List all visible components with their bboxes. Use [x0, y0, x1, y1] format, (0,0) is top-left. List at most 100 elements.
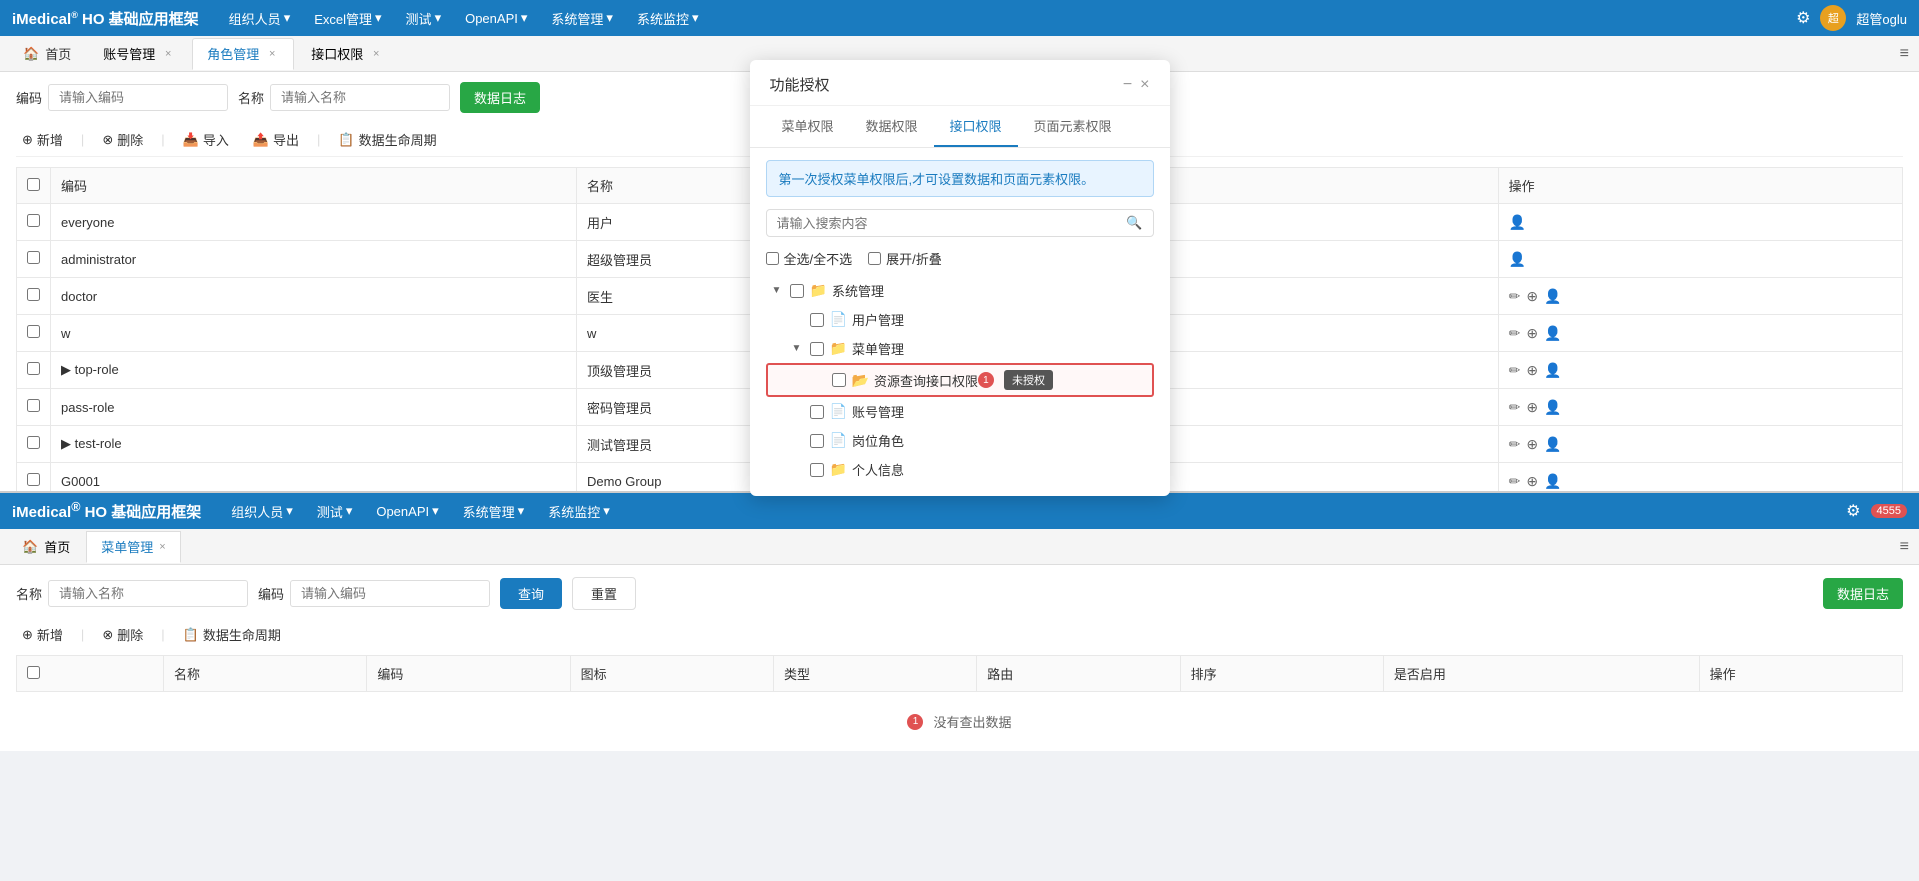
- tab-account[interactable]: 账号管理 ×: [88, 38, 190, 70]
- person-icon[interactable]: 👤: [1544, 325, 1561, 342]
- add-button[interactable]: ⊕ 新增: [16, 127, 69, 152]
- bottom-nav-right: ⚙ 4555: [1846, 501, 1907, 521]
- add-icon[interactable]: ⊕: [1526, 325, 1538, 342]
- row-checkbox[interactable]: [27, 436, 40, 449]
- delete-button[interactable]: ⊗ 删除: [96, 127, 149, 152]
- bottom-select-all-checkbox[interactable]: [27, 666, 40, 679]
- expand-collapse-label[interactable]: 展开/折叠: [868, 249, 942, 268]
- person-icon[interactable]: 👤: [1509, 251, 1526, 268]
- select-all-label[interactable]: 全选/全不选: [766, 249, 853, 268]
- gear-icon[interactable]: ⚙: [1846, 501, 1860, 521]
- edit-icon[interactable]: ✏: [1509, 473, 1521, 490]
- import-button[interactable]: 📥 导入: [177, 127, 235, 152]
- tree-item-checkbox[interactable]: [790, 284, 804, 298]
- add-icon[interactable]: ⊕: [1526, 436, 1538, 453]
- folder-icon: 📁: [830, 461, 847, 478]
- query-button[interactable]: 查询: [500, 578, 562, 609]
- person-icon[interactable]: 👤: [1544, 473, 1561, 490]
- row-checkbox[interactable]: [27, 399, 40, 412]
- tree-item-checkbox[interactable]: [832, 373, 846, 387]
- nav-item-sysadmin[interactable]: 系统管理 ▾: [541, 5, 623, 32]
- nav-item-test[interactable]: 测试 ▾: [396, 5, 452, 32]
- tabs-menu-icon[interactable]: ≡: [1900, 45, 1909, 63]
- tab-close-icon[interactable]: ×: [369, 47, 383, 61]
- modal-search-input[interactable]: [777, 216, 1121, 231]
- select-all-checkbox[interactable]: [27, 178, 40, 191]
- nav-item-openapi[interactable]: OpenAPI ▾: [455, 5, 537, 32]
- bottom-code-label: 编码: [258, 584, 284, 603]
- edit-icon[interactable]: ✏: [1509, 288, 1521, 305]
- close-icon[interactable]: ×: [1140, 76, 1149, 94]
- bottom-data-log-button[interactable]: 数据日志: [1823, 578, 1903, 609]
- person-icon[interactable]: 👤: [1509, 214, 1526, 231]
- expand-collapse-checkbox[interactable]: [868, 252, 881, 265]
- bottom-tab-menu[interactable]: 菜单管理 ×: [86, 531, 180, 563]
- row-checkbox[interactable]: [27, 288, 40, 301]
- row-checkbox[interactable]: [27, 473, 40, 486]
- tab-close-icon[interactable]: ×: [161, 47, 175, 61]
- bottom-tab-home[interactable]: 🏠 首页: [8, 531, 84, 563]
- modal-tab-page[interactable]: 页面元素权限: [1018, 106, 1128, 147]
- bottom-code-input[interactable]: [290, 580, 490, 607]
- tree-item-checkbox[interactable]: [810, 342, 824, 356]
- edit-icon[interactable]: ✏: [1509, 325, 1521, 342]
- row-checkbox[interactable]: [27, 214, 40, 227]
- reset-button[interactable]: 重置: [572, 577, 636, 610]
- nav-item-sysmonitor[interactable]: 系统监控 ▾: [627, 5, 709, 32]
- bottom-nav-test[interactable]: 测试 ▾: [307, 498, 363, 525]
- nav-item-excel[interactable]: Excel管理 ▾: [304, 5, 391, 32]
- row-checkbox[interactable]: [27, 362, 40, 375]
- add-icon[interactable]: ⊕: [1526, 399, 1538, 416]
- edit-icon[interactable]: ✏: [1509, 436, 1521, 453]
- tab-interface[interactable]: 接口权限 ×: [296, 38, 398, 70]
- person-icon[interactable]: 👤: [1544, 399, 1561, 416]
- edit-icon[interactable]: ✏: [1509, 399, 1521, 416]
- edit-icon[interactable]: ✏: [1509, 362, 1521, 379]
- tree-item-postrole: 📄 岗位角色: [766, 426, 1154, 455]
- data-log-button[interactable]: 数据日志: [460, 82, 540, 113]
- minimize-icon[interactable]: −: [1123, 76, 1132, 94]
- code-field: 编码: [16, 84, 228, 111]
- no-data-badge: 1: [907, 714, 923, 730]
- person-icon[interactable]: 👤: [1544, 288, 1561, 305]
- tree-item-checkbox[interactable]: [810, 434, 824, 448]
- nav-item-org[interactable]: 组织人员 ▾: [219, 5, 301, 32]
- person-icon[interactable]: 👤: [1544, 436, 1561, 453]
- row-checkbox[interactable]: [27, 325, 40, 338]
- bottom-add-button[interactable]: ⊕ 新增: [16, 622, 69, 647]
- bottom-nav-openapi[interactable]: OpenAPI ▾: [366, 498, 448, 525]
- tab-close-icon[interactable]: ×: [265, 47, 279, 61]
- bottom-name-input[interactable]: [48, 580, 248, 607]
- row-checkbox[interactable]: [27, 251, 40, 264]
- gear-icon[interactable]: ⚙: [1796, 8, 1810, 28]
- bottom-lifecycle-button[interactable]: 📋 数据生命周期: [177, 622, 287, 647]
- tree-item-checkbox[interactable]: [810, 405, 824, 419]
- tree-item-checkbox[interactable]: [810, 463, 824, 477]
- bottom-tab-close-icon[interactable]: ×: [159, 541, 165, 553]
- modal-tab-data[interactable]: 数据权限: [850, 106, 934, 147]
- bottom-delete-button[interactable]: ⊗ 删除: [96, 622, 149, 647]
- modal-tab-menu[interactable]: 菜单权限: [766, 106, 850, 147]
- expand-icon[interactable]: ▼: [770, 284, 784, 298]
- bottom-tabs-menu-icon[interactable]: ≡: [1900, 538, 1909, 556]
- add-icon[interactable]: ⊕: [1526, 473, 1538, 490]
- person-icon[interactable]: 👤: [1544, 362, 1561, 379]
- bottom-nav-sysadmin[interactable]: 系统管理 ▾: [453, 498, 535, 525]
- modal-tab-interface[interactable]: 接口权限: [934, 106, 1018, 147]
- lifecycle-button[interactable]: 📋 数据生命周期: [332, 127, 442, 152]
- select-all-tree-checkbox[interactable]: [766, 252, 779, 265]
- add-icon[interactable]: ⊕: [1526, 362, 1538, 379]
- home-icon: 🏠: [22, 539, 38, 555]
- bottom-nav-org[interactable]: 组织人员 ▾: [221, 498, 303, 525]
- name-input[interactable]: [270, 84, 450, 111]
- tree-item-checkbox[interactable]: [810, 313, 824, 327]
- th-route: 路由: [977, 656, 1180, 692]
- expand-icon[interactable]: ▼: [790, 342, 804, 356]
- bottom-nav-monitor[interactable]: 系统监控 ▾: [538, 498, 620, 525]
- add-icon[interactable]: ⊕: [1526, 288, 1538, 305]
- tab-home[interactable]: 🏠 首页: [8, 38, 86, 70]
- code-input[interactable]: [48, 84, 228, 111]
- tab-role[interactable]: 角色管理 ×: [192, 38, 294, 70]
- lifecycle-icon: 📋: [183, 627, 199, 643]
- export-button[interactable]: 📤 导出: [247, 127, 305, 152]
